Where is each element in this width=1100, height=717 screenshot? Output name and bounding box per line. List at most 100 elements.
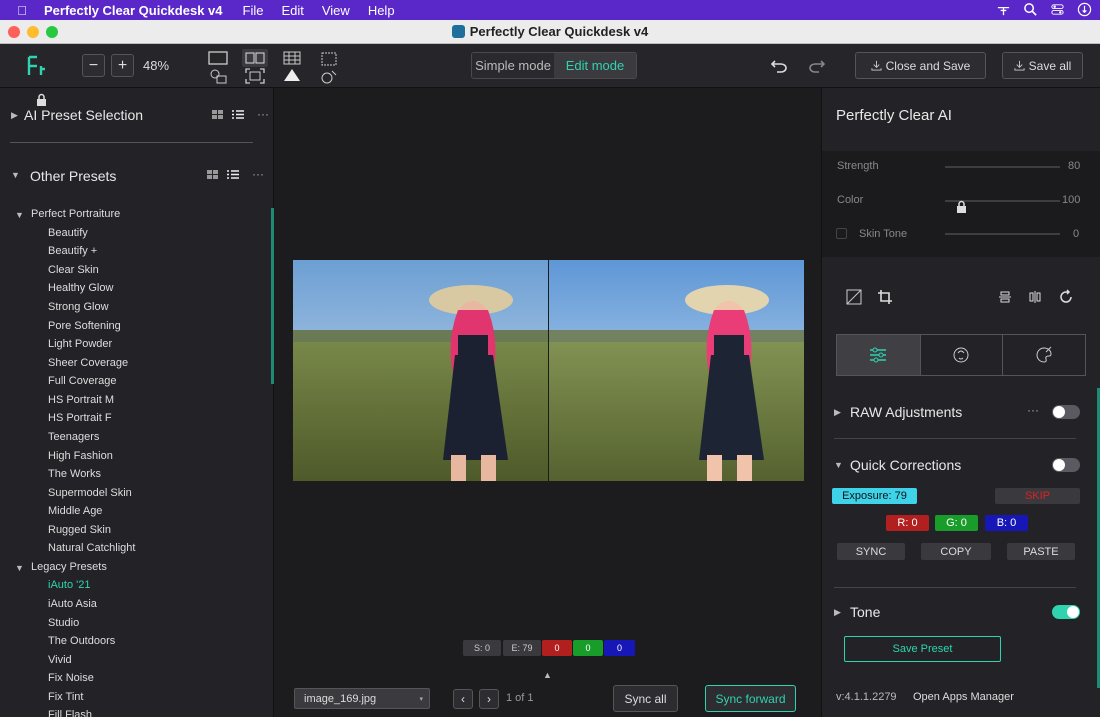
close-window-button[interactable] [8, 26, 20, 38]
preset-item[interactable]: Beautify [48, 227, 88, 239]
grid-view-icon[interactable] [283, 51, 301, 65]
quick-collapse-icon[interactable]: ▼ [834, 460, 843, 470]
paste-button[interactable]: PASTE [1007, 543, 1075, 560]
strength-slider[interactable] [945, 166, 1060, 168]
other-presets-collapse-icon[interactable]: ▼ [11, 170, 20, 180]
preset-item[interactable]: Sheer Coverage [48, 357, 128, 369]
skin-tone-slider[interactable] [945, 233, 1060, 235]
tab-creative[interactable] [1002, 335, 1085, 375]
flip-vertical-icon[interactable] [997, 289, 1013, 305]
preset-item[interactable]: Rugged Skin [48, 524, 111, 536]
redo-icon[interactable] [808, 57, 826, 73]
edit-mode-button[interactable]: Edit mode [554, 53, 636, 78]
zoom-out-button[interactable]: − [82, 54, 105, 77]
preset-item[interactable]: Fix Tint [48, 691, 83, 703]
menu-view[interactable]: View [322, 3, 350, 18]
file-select[interactable]: image_169.jpg ▾ [294, 688, 430, 709]
list-layout-icon[interactable] [232, 110, 244, 119]
preset-item[interactable]: Light Powder [48, 338, 112, 350]
raw-toggle[interactable] [1052, 405, 1080, 419]
crop-view-icon[interactable] [319, 51, 339, 67]
preset-item[interactable]: The Outdoors [48, 635, 115, 647]
group-collapse-icon[interactable]: ▼ [15, 563, 24, 573]
preset-item[interactable]: Teenagers [48, 431, 99, 443]
preset-item[interactable]: The Works [48, 468, 101, 480]
raw-more-icon[interactable]: ··· [1027, 403, 1039, 417]
minimize-window-button[interactable] [27, 26, 39, 38]
sync-forward-button[interactable]: Sync forward [705, 685, 796, 712]
copy-button[interactable]: COPY [921, 543, 991, 560]
preset-item[interactable]: High Fashion [48, 450, 113, 462]
next-image-button[interactable]: › [479, 689, 499, 709]
undo-icon[interactable] [770, 57, 788, 73]
preset-item[interactable]: Middle Age [48, 505, 102, 517]
save-preset-button[interactable]: Save Preset [844, 636, 1001, 662]
preset-item[interactable]: Studio [48, 617, 79, 629]
triangle-warning-icon[interactable] [284, 69, 300, 81]
rotate-icon[interactable] [1058, 289, 1074, 305]
tab-adjustments[interactable] [837, 335, 920, 375]
siri-icon[interactable] [1077, 2, 1092, 17]
prev-image-button[interactable]: ‹ [453, 689, 473, 709]
more-options-icon[interactable]: ··· [257, 107, 269, 121]
red-button[interactable]: R: 0 [886, 515, 929, 531]
preset-item[interactable]: Fix Noise [48, 672, 94, 684]
zoom-in-button[interactable]: + [111, 54, 134, 77]
menu-edit[interactable]: Edit [281, 3, 303, 18]
simple-mode-button[interactable]: Simple mode [472, 53, 554, 78]
histogram-icon[interactable] [846, 289, 862, 305]
preset-item[interactable]: Beautify + [48, 245, 97, 257]
preset-item[interactable]: Pore Softening [48, 320, 121, 332]
preset-scrollbar[interactable] [271, 208, 274, 384]
fullscreen-icon[interactable] [245, 68, 265, 84]
sync-button[interactable]: SYNC [837, 543, 905, 560]
ai-preset-selection-header[interactable]: AI Preset Selection [24, 107, 143, 123]
close-and-save-button[interactable]: Close and Save [855, 52, 986, 79]
expand-filmstrip-icon[interactable]: ▲ [543, 670, 552, 680]
preset-item[interactable]: Strong Glow [48, 301, 109, 313]
preset-item-selected[interactable]: iAuto '21 [48, 579, 90, 591]
network-icon[interactable] [996, 2, 1011, 17]
apple-icon[interactable]:  [0, 3, 44, 18]
single-view-icon[interactable] [208, 51, 228, 65]
list-layout-icon[interactable] [227, 170, 239, 179]
raw-expand-icon[interactable]: ▶ [834, 407, 841, 418]
green-button[interactable]: G: 0 [935, 515, 978, 531]
split-view-button[interactable] [242, 49, 268, 67]
preset-item[interactable]: Natural Catchlight [48, 542, 135, 554]
preset-item[interactable]: Clear Skin [48, 264, 99, 276]
tone-expand-icon[interactable]: ▶ [834, 607, 841, 618]
image-compare-icon[interactable] [320, 69, 338, 85]
tone-header[interactable]: Tone [850, 604, 880, 620]
more-options-icon[interactable]: ··· [252, 167, 264, 181]
raw-adjustments-header[interactable]: RAW Adjustments [850, 404, 962, 420]
group-collapse-icon[interactable]: ▼ [15, 210, 24, 220]
open-apps-manager-link[interactable]: Open Apps Manager [913, 691, 1014, 703]
menu-file[interactable]: File [243, 3, 264, 18]
preset-item[interactable]: Full Coverage [48, 375, 116, 387]
preset-item[interactable]: iAuto Asia [48, 598, 97, 610]
quick-toggle[interactable] [1052, 458, 1080, 472]
ai-preset-expand-icon[interactable]: ▶ [11, 110, 18, 121]
preset-item[interactable]: Fill Flash [48, 709, 92, 717]
shapes-view-icon[interactable] [208, 68, 228, 84]
preset-item[interactable]: Vivid [48, 654, 72, 666]
save-all-button[interactable]: Save all [1002, 52, 1083, 79]
group-legacy-presets[interactable]: Legacy Presets [31, 561, 107, 573]
preset-item[interactable]: Supermodel Skin [48, 487, 132, 499]
group-perfect-portraiture[interactable]: Perfect Portraiture [31, 208, 120, 220]
exposure-button[interactable]: Exposure: 79 [832, 488, 917, 504]
sync-all-button[interactable]: Sync all [613, 685, 678, 712]
zoom-window-button[interactable] [46, 26, 58, 38]
menu-help[interactable]: Help [368, 3, 395, 18]
tab-faces[interactable] [919, 335, 1003, 375]
search-icon[interactable] [1023, 2, 1038, 17]
preset-item[interactable]: Healthy Glow [48, 282, 113, 294]
grid-layout-icon[interactable] [212, 110, 223, 119]
quick-corrections-header[interactable]: Quick Corrections [850, 457, 961, 473]
tone-toggle[interactable] [1052, 605, 1080, 619]
other-presets-header[interactable]: Other Presets [30, 168, 116, 184]
menubar-app-name[interactable]: Perfectly Clear Quickdesk v4 [44, 3, 223, 18]
skip-button[interactable]: SKIP [995, 488, 1080, 504]
flip-horizontal-icon[interactable] [1027, 289, 1043, 305]
